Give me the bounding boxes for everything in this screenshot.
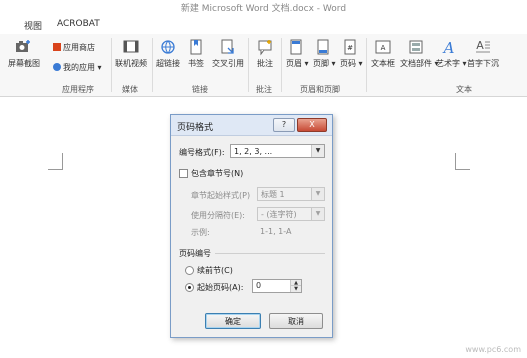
ribbon: 屏幕截图 应用商店 我的应用 ▾ 应用程序 联机视频 媒体 超链接 书签 交叉引… [0,34,527,97]
bookmark-icon [190,39,202,55]
group-label-links: 链接 [192,85,208,94]
comment-button[interactable]: 批注 [254,38,276,69]
my-apps-button[interactable]: 我的应用 ▾ [53,62,102,73]
crop-mark [62,153,63,169]
page-numbering-label: 页码编号 [179,249,211,258]
quick-parts-icon [409,40,423,54]
dialog-title: 页码格式 [177,123,214,133]
continue-radio[interactable] [185,266,194,275]
group-label-header-footer: 页眉和页脚 [300,85,340,94]
svg-text:A: A [476,39,484,52]
camera-icon [16,40,30,52]
header-button[interactable]: 页眉 ▾ [286,38,309,69]
chevron-down-icon: ▼ [311,208,324,220]
app-store-button[interactable]: 应用商店 [53,42,95,53]
continue-label: 续前节(C) [197,266,233,275]
start-at-radio[interactable] [185,283,194,292]
page-number-button[interactable]: # 页码 ▾ [340,38,363,69]
text-box-icon: A [375,40,391,54]
window-title: 新建 Microsoft Word 文档.docx - Word [0,0,527,18]
bookmark-button[interactable]: 书签 [186,38,206,69]
page-number-icon: # [344,39,356,55]
chapter-style-select[interactable]: 标题 1 ▼ [257,187,325,201]
cross-reference-icon [221,39,234,54]
quick-parts-button[interactable]: 文档部件 ▾ [400,38,439,69]
example-label: 示例: [191,228,210,237]
group-separator [111,38,112,92]
dialog-titlebar[interactable]: 页码格式 ? X [171,115,332,136]
group-separator [248,38,249,92]
menu-view[interactable]: 视图 [24,19,42,32]
footer-icon [317,39,329,55]
menu-bar: 视图 ACROBAT [0,17,527,34]
start-at-stepper[interactable]: 0 ▲ ▼ [252,279,302,293]
svg-text:#: # [347,44,353,52]
store-icon [53,43,61,51]
group-label-text: 文本 [456,85,472,94]
svg-text:A: A [442,39,455,56]
online-video-button[interactable]: 联机视频 [113,38,149,69]
group-separator [366,38,367,92]
header-icon [290,39,302,55]
separator-select[interactable]: - (连字符) ▼ [257,207,325,221]
drop-cap-button[interactable]: A 首字下沉 [467,38,499,69]
separator-label: 使用分隔符(E): [191,211,245,220]
chapter-style-label: 章节起始样式(P) [191,191,251,200]
wordart-button[interactable]: A 艺术字 ▾ [436,38,467,69]
number-format-label: 编号格式(F): [179,148,225,157]
wordart-icon: A [442,39,455,56]
number-format-select[interactable]: 1, 2, 3, ... ▼ [230,144,325,158]
start-at-label: 起始页码(A): [197,283,244,292]
include-chapter-checkbox[interactable] [179,169,188,178]
crop-mark [455,169,470,170]
footer-button[interactable]: 页脚 ▾ [313,38,336,69]
include-chapter-label: 包含章节号(N) [191,169,244,178]
group-label-apps: 应用程序 [62,85,94,94]
video-icon [123,40,139,53]
page-number-format-dialog: 页码格式 ? X 编号格式(F): 1, 2, 3, ... ▼ 包含章节号(N… [170,114,333,338]
hyperlink-button[interactable]: 超链接 [155,38,181,69]
group-label-media: 媒体 [122,85,138,94]
apps-icon [53,63,61,71]
screenshot-button[interactable]: 屏幕截图 [8,38,40,69]
chapter-style-value: 标题 1 [261,190,285,199]
number-format-value: 1, 2, 3, ... [234,147,273,156]
cancel-button[interactable]: 取消 [269,313,323,329]
drop-cap-icon: A [476,39,490,53]
svg-text:A: A [381,44,386,52]
close-button[interactable]: X [297,118,327,132]
start-at-value: 0 [256,281,262,290]
text-box-button[interactable]: A 文本框 [370,38,396,69]
menu-acrobat[interactable]: ACROBAT [57,19,100,29]
globe-link-icon [161,40,175,54]
separator-value: - (连字符) [261,210,297,219]
section-divider [215,253,325,254]
chevron-down-icon: ▼ [311,145,324,157]
spin-down-icon[interactable]: ▼ [290,285,301,292]
watermark: www.pc6.com [465,345,521,354]
group-separator [152,38,153,92]
group-label-comments: 批注 [256,85,272,94]
comment-icon [258,40,272,56]
group-separator [281,38,282,92]
crop-mark [455,153,456,169]
chevron-down-icon: ▼ [311,188,324,200]
cross-reference-button[interactable]: 交叉引用 [210,38,246,69]
help-button[interactable]: ? [273,118,295,132]
ok-button[interactable]: 确定 [205,313,261,329]
example-value: 1-1, 1-A [260,227,292,236]
crop-mark [48,169,63,170]
